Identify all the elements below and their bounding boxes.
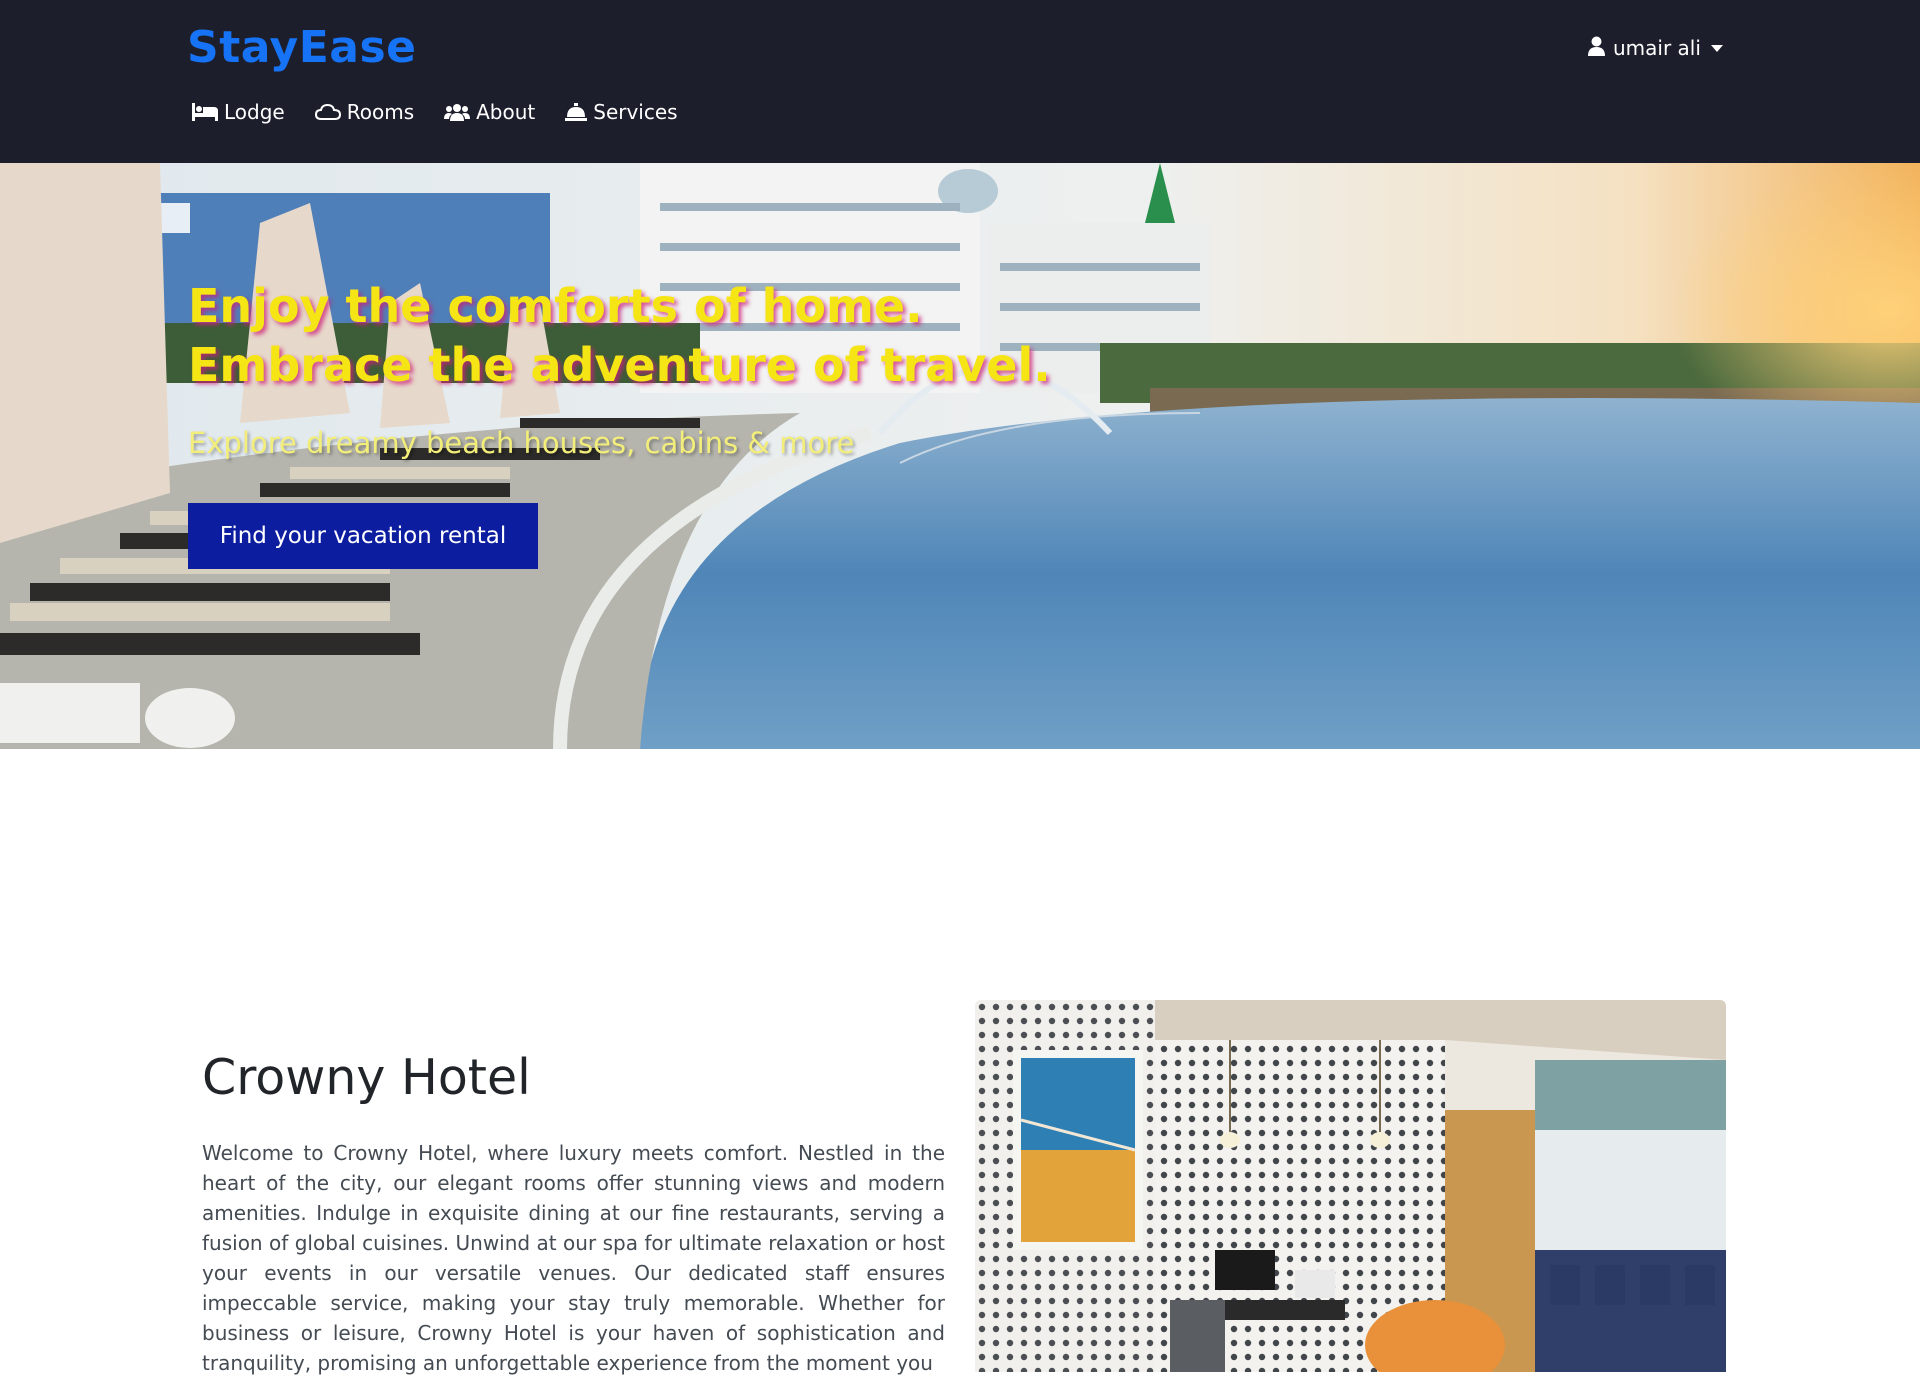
hotel-description: Welcome to Crowny Hotel, where luxury me…: [202, 1141, 945, 1375]
cloud-icon: [314, 103, 341, 121]
top-navbar: StayEase umair ali Lodge Rooms About Ser…: [0, 0, 1920, 163]
nav-item-lodge[interactable]: Lodge: [192, 100, 285, 124]
bed-icon: [192, 103, 218, 121]
hotel-title: Crowny Hotel: [202, 1049, 531, 1106]
hero-subtitle: Explore dreamy beach houses, cabins & mo…: [188, 426, 855, 460]
hero-title: Enjoy the comforts of home. Embrace the …: [188, 277, 1188, 395]
nav-item-label: Lodge: [224, 100, 285, 124]
lobby-illustration: [975, 1000, 1726, 1372]
hero-title-line-2: Embrace the adventure of travel.: [188, 338, 1051, 392]
main-nav: Lodge Rooms About Services: [192, 100, 678, 124]
user-icon: [1588, 36, 1605, 61]
nav-item-rooms[interactable]: Rooms: [314, 100, 415, 124]
user-menu-dropdown[interactable]: umair ali: [1588, 33, 1723, 63]
hotel-lobby-image: [975, 1000, 1726, 1372]
hero-banner: Enjoy the comforts of home. Embrace the …: [0, 163, 1920, 749]
nav-item-label: Services: [593, 100, 678, 124]
nav-item-label: About: [476, 100, 536, 124]
hero-title-line-1: Enjoy the comforts of home.: [188, 279, 923, 333]
concierge-bell-icon: [565, 103, 588, 121]
brand-logo[interactable]: StayEase: [187, 22, 417, 73]
nav-item-services[interactable]: Services: [565, 100, 678, 124]
nav-item-about[interactable]: About: [444, 100, 535, 124]
user-name: umair ali: [1613, 36, 1701, 60]
nav-item-label: Rooms: [346, 100, 415, 124]
chevron-down-icon: [1710, 44, 1723, 52]
users-icon: [444, 103, 471, 121]
find-vacation-rental-button[interactable]: Find your vacation rental: [188, 503, 538, 569]
